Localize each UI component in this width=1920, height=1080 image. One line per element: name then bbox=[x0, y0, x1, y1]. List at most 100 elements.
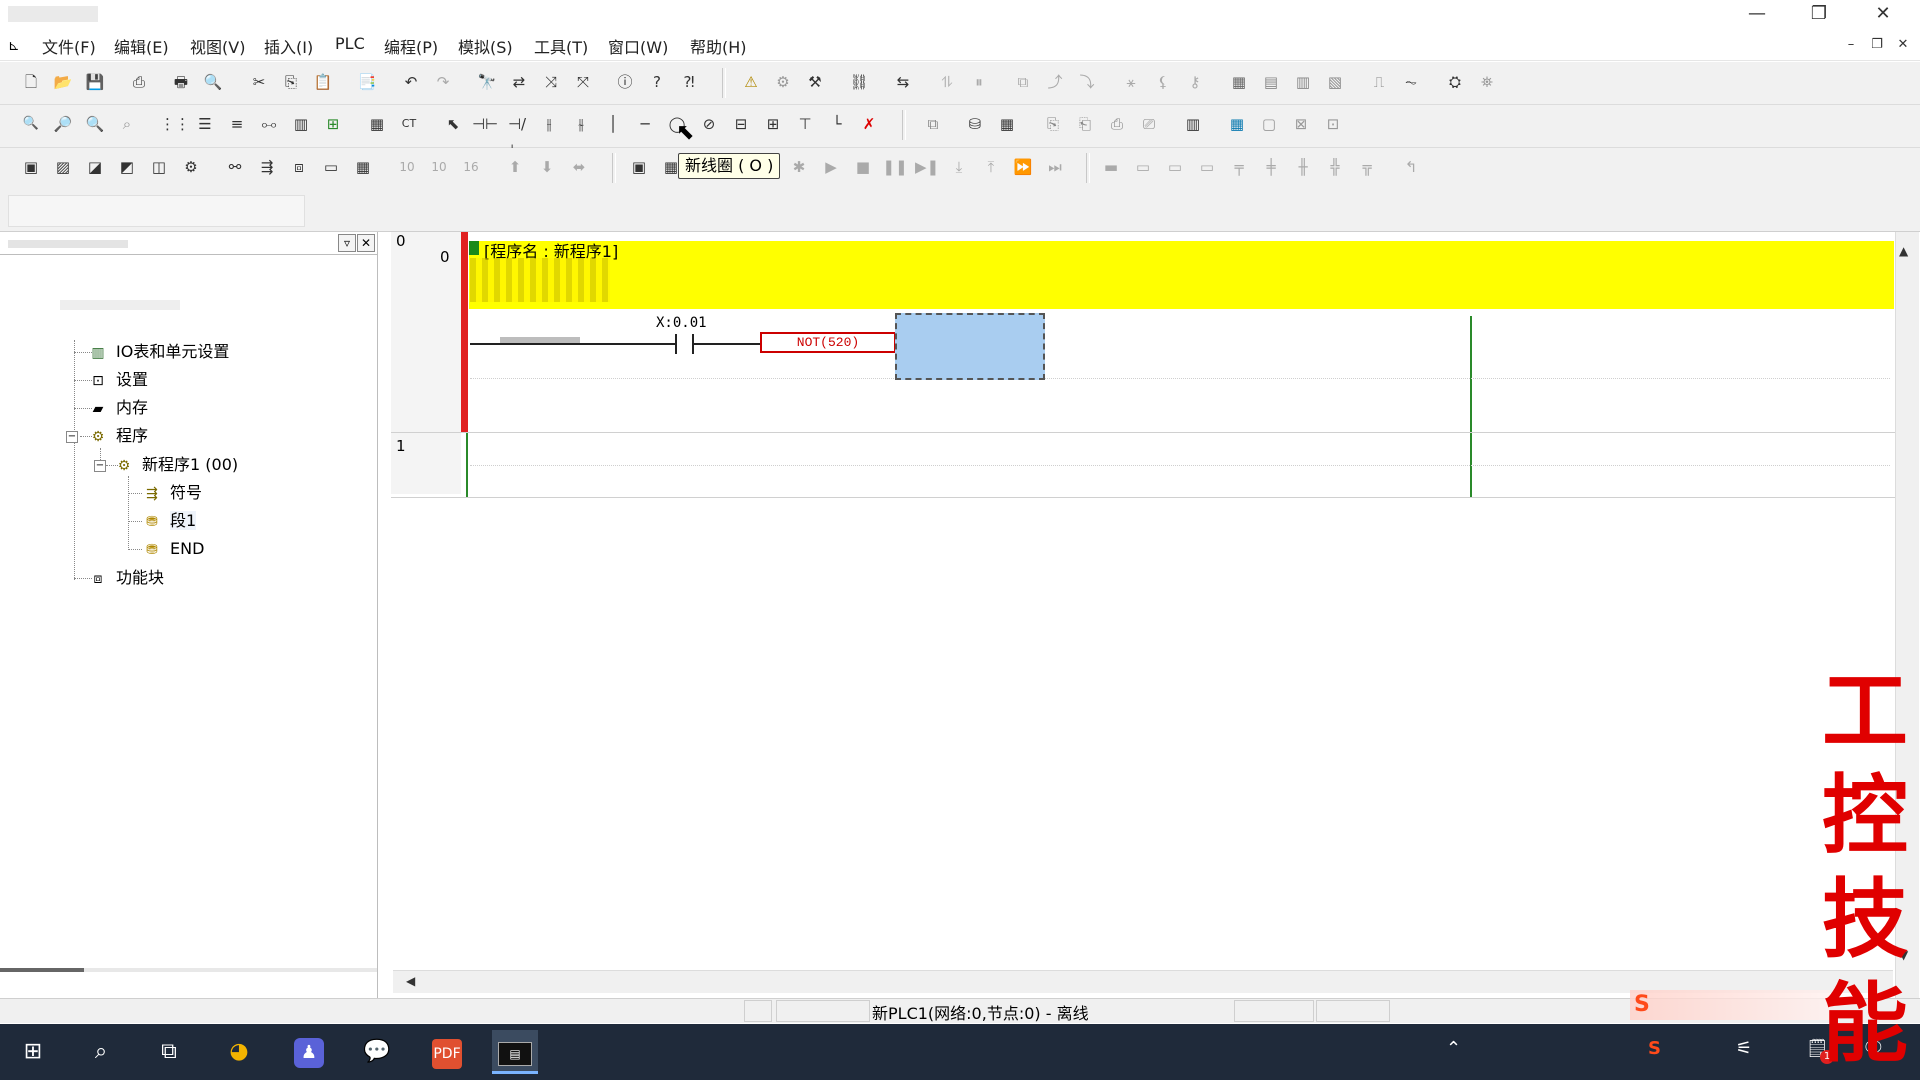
branch-icon-5[interactable]: ╦ bbox=[1354, 154, 1380, 180]
panel-icon[interactable]: ▭ bbox=[318, 154, 344, 180]
watch-window-icon[interactable]: ▤ bbox=[1258, 69, 1284, 95]
new-closed-contact-icon[interactable]: ⊣/⊢ bbox=[504, 111, 530, 159]
scroll-up-icon[interactable]: ▲ bbox=[1899, 244, 1908, 258]
open-folder-icon[interactable]: 📂 bbox=[50, 69, 76, 95]
print-icon[interactable]: 🖶 bbox=[168, 69, 194, 95]
compile-icon[interactable]: ⚙ bbox=[770, 69, 796, 95]
menu-help[interactable]: 帮助(H) bbox=[690, 34, 747, 58]
paste-special-icon[interactable]: 📑 bbox=[354, 69, 380, 95]
new-branch-icon[interactable]: ⊤ bbox=[792, 111, 818, 137]
browser-icon[interactable]: ◕ bbox=[216, 1030, 262, 1074]
new-pc-instruction-icon[interactable]: ⊞ bbox=[760, 111, 786, 137]
search-icon[interactable]: ⌕ bbox=[78, 1030, 124, 1074]
ime-icon[interactable]: S bbox=[1648, 1038, 1661, 1059]
step-in-icon[interactable]: ⬆ bbox=[502, 154, 528, 180]
memory-table-icon[interactable]: ▦ bbox=[1226, 69, 1252, 95]
menu-file[interactable]: 文件(F) bbox=[42, 34, 96, 58]
mdi-minimize-button[interactable]: – bbox=[1840, 36, 1862, 54]
skip-end-icon[interactable]: ⏭ bbox=[1042, 154, 1068, 180]
breakpoint-icon[interactable]: ✱ bbox=[786, 154, 812, 180]
box-icon-4[interactable]: ▭ bbox=[1194, 154, 1220, 180]
wechat-icon[interactable]: 💬 bbox=[354, 1030, 400, 1074]
data-trace-icon[interactable]: ⏦ bbox=[1398, 69, 1424, 95]
zoom-fit-icon[interactable]: ⌕ bbox=[114, 111, 140, 137]
output-window-icon[interactable]: ▥ bbox=[1290, 69, 1316, 95]
help-icon[interactable]: ? bbox=[644, 69, 670, 95]
branch-icon-3[interactable]: ╫ bbox=[1290, 154, 1316, 180]
tree-item-end[interactable]: ⛃ END bbox=[142, 536, 204, 562]
force-off-icon[interactable]: ⚸ bbox=[1150, 69, 1176, 95]
menu-program[interactable]: 编程(P) bbox=[384, 34, 438, 58]
step-into-icon[interactable]: ⤓ bbox=[946, 154, 972, 180]
zoom-page-icon[interactable]: 🔍 bbox=[200, 69, 226, 95]
menu-tools[interactable]: 工具(T) bbox=[534, 34, 588, 58]
menu-simulate[interactable]: 模拟(S) bbox=[458, 34, 513, 58]
transfer-icon[interactable]: ⇆ bbox=[890, 69, 916, 95]
tree-item-function-blocks[interactable]: ⧈ 功能块 bbox=[88, 565, 164, 591]
menu-insert[interactable]: 插入(I) bbox=[264, 34, 313, 58]
tray-overflow-icon[interactable]: ⌃ bbox=[1446, 1038, 1461, 1059]
save-icon[interactable]: 💾 bbox=[82, 69, 108, 95]
horizontal-line-icon[interactable]: ─ bbox=[632, 111, 658, 137]
grid-icon[interactable]: ⋮⋮ bbox=[160, 111, 190, 137]
list-icon[interactable]: ≡ bbox=[224, 111, 250, 137]
tree-item-new-program[interactable]: ⚙ 新程序1 (00) bbox=[114, 452, 238, 478]
ct-icon[interactable]: CT bbox=[396, 111, 422, 137]
run-mode-icon[interactable]: ⥮ bbox=[934, 69, 960, 95]
step-over-icon[interactable]: ⬌ bbox=[566, 154, 592, 180]
warning-icon[interactable]: ⚠ bbox=[738, 69, 764, 95]
zoom-out-icon[interactable]: 🔍 bbox=[82, 111, 108, 137]
instruction-block[interactable]: NOT(520) bbox=[760, 332, 896, 353]
binoculars-icon[interactable]: ⚯ bbox=[222, 154, 248, 180]
step-icon[interactable]: ▶❚ bbox=[914, 154, 940, 180]
set-icon[interactable]: ⎘ bbox=[1040, 111, 1066, 137]
set-value-icon[interactable]: ⎙ bbox=[1104, 111, 1130, 137]
box-icon-1[interactable]: ▬ bbox=[1098, 154, 1124, 180]
tree-item-section1[interactable]: ⛃ 段1 bbox=[142, 508, 197, 534]
context-help-icon[interactable]: ⁈ bbox=[676, 69, 702, 95]
close-button[interactable]: ✕ bbox=[1858, 0, 1908, 30]
format-10-icon[interactable]: 10 bbox=[394, 154, 420, 180]
branch-icon-4[interactable]: ╬ bbox=[1322, 154, 1348, 180]
stop-icon[interactable]: ■ bbox=[850, 154, 876, 180]
step-back-icon[interactable]: ⤒ bbox=[978, 154, 1004, 180]
menu-window[interactable]: 窗口(W) bbox=[608, 34, 668, 58]
task-view-icon[interactable]: ⧉ bbox=[146, 1030, 192, 1074]
mnemonic-icon[interactable]: ⧟ bbox=[256, 111, 282, 137]
compile-all-icon[interactable]: ⚒ bbox=[802, 69, 828, 95]
collapse-program-icon[interactable]: − bbox=[66, 431, 78, 443]
cross-ref-window-icon[interactable]: ▧ bbox=[1322, 69, 1348, 95]
tree-item-memory[interactable]: ▰ 内存 bbox=[88, 395, 148, 421]
vertical-line-icon[interactable]: │ bbox=[600, 111, 626, 137]
change-value-icon[interactable]: ⎚ bbox=[1136, 111, 1162, 137]
pause-sim-icon[interactable]: ❚❚ bbox=[882, 154, 908, 180]
pause-icon[interactable]: ⏸ bbox=[966, 69, 992, 95]
reset-icon[interactable]: ⎗ bbox=[1072, 111, 1098, 137]
tree-item-settings[interactable]: ⊡ 设置 bbox=[88, 367, 148, 393]
document-icon[interactable]: ⊾ bbox=[8, 38, 28, 56]
branch-icon-2[interactable]: ╪ bbox=[1258, 154, 1284, 180]
upload-icon[interactable]: ⤴ bbox=[1042, 69, 1068, 95]
simulator-stop-icon[interactable]: ⛯ bbox=[1474, 69, 1500, 95]
window-layout-icon[interactable]: ▣ bbox=[18, 154, 44, 180]
ladder-editor[interactable] bbox=[391, 232, 1895, 992]
info-icon[interactable]: ⓘ bbox=[612, 69, 638, 95]
plc-app-taskbar-icon[interactable]: ▤ bbox=[492, 1030, 538, 1074]
box-icon-3[interactable]: ▭ bbox=[1162, 154, 1188, 180]
network-icon[interactable]: ⚟ bbox=[1736, 1038, 1752, 1059]
zoom-in-icon[interactable]: 🔎 bbox=[50, 111, 76, 137]
graph-icon[interactable]: ◪ bbox=[82, 154, 108, 180]
collapse-new-program-icon[interactable]: − bbox=[94, 460, 106, 472]
io-table-icon[interactable]: ▥ bbox=[1180, 111, 1206, 137]
comment-icon[interactable]: ☰ bbox=[192, 111, 218, 137]
mdi-restore-button[interactable]: ❐ bbox=[1866, 36, 1888, 54]
force-on-icon[interactable]: ⚹ bbox=[1118, 69, 1144, 95]
find-icon[interactable]: 🔭 bbox=[474, 69, 500, 95]
box-icon-2[interactable]: ▭ bbox=[1130, 154, 1156, 180]
menu-plc[interactable]: PLC bbox=[335, 34, 365, 53]
differential-monitor-icon[interactable]: ⎍ bbox=[1366, 69, 1392, 95]
online-icon[interactable]: ⛓ bbox=[846, 69, 872, 95]
restore-button[interactable]: ❐ bbox=[1794, 0, 1844, 30]
run-icon[interactable]: ▶ bbox=[818, 154, 844, 180]
project-workspace-icon[interactable]: ▥ bbox=[288, 111, 314, 137]
